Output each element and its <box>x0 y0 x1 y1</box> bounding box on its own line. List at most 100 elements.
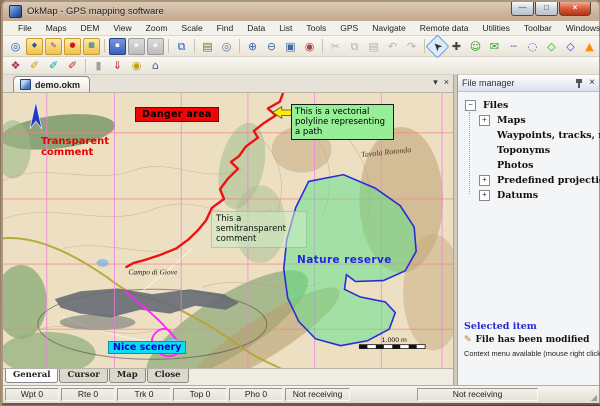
tree-item-photos[interactable]: Photos <box>458 158 599 173</box>
tree-item-maps[interactable]: + Maps <box>458 113 599 128</box>
add-comment-icon[interactable]: ✉ <box>486 38 503 55</box>
status-remote-receive: Not receiving <box>417 388 538 401</box>
panel-close-icon[interactable]: × <box>589 78 595 88</box>
zoom-out-icon[interactable]: ⊖ <box>263 38 280 55</box>
tab-close-icon[interactable]: × <box>444 77 449 88</box>
undo-icon[interactable]: ↶ <box>384 38 401 55</box>
save-as-icon[interactable]: ▪ <box>147 38 164 55</box>
tab-cursor[interactable]: Cursor <box>59 369 107 383</box>
add-area-icon[interactable]: ◇ <box>543 38 560 55</box>
polyline-callout[interactable]: This is a vectorial polyline representin… <box>291 104 394 140</box>
file-manager-panel: File manager × − Files + Maps Waypoints,… <box>457 75 599 385</box>
add-polygon-icon[interactable]: ▲ <box>581 38 598 55</box>
tree-item-toponyms[interactable]: Toponyms <box>458 143 599 158</box>
measure-area-icon[interactable]: ✐ <box>45 57 62 74</box>
menu-maps[interactable]: Maps <box>39 23 74 33</box>
add-waypoint-icon[interactable]: ☺ <box>467 38 484 55</box>
secondary-toolbar: ❖ ✐ ✐ ✐ ▮ ⇓ ◉ ⌂ <box>3 57 599 75</box>
status-gps-receive: Not receiving <box>285 388 350 401</box>
gps-off-icon[interactable]: ▮ <box>90 57 107 74</box>
redo-icon[interactable]: ↷ <box>403 38 420 55</box>
save-map-icon[interactable]: ▪ <box>109 38 126 55</box>
file-manager-header[interactable]: File manager × <box>458 75 599 92</box>
open-image-icon[interactable]: ▦ <box>83 38 100 55</box>
paste-icon[interactable]: ▤ <box>365 38 382 55</box>
status-photos: Pho 0 <box>229 388 283 401</box>
status-routes: Rte 0 <box>61 388 115 401</box>
search-icon[interactable]: ◎ <box>218 38 235 55</box>
add-polyline-icon[interactable]: ◇ <box>562 38 579 55</box>
pin-icon[interactable] <box>575 79 583 88</box>
nice-scenery-label[interactable]: Nice scenery <box>108 341 186 354</box>
open-map-icon[interactable]: ◆ <box>26 38 43 55</box>
menu-windows[interactable]: Windows <box>559 23 600 33</box>
transparent-comment-label[interactable]: Transparent comment <box>41 136 117 158</box>
map-file-icon <box>20 79 31 90</box>
select-cursor-icon[interactable]: ➤ <box>425 34 449 58</box>
menu-gps[interactable]: GPS <box>333 23 365 33</box>
map-canvas[interactable]: 1.000 m Campo di Giove Tavola Rotonda Da… <box>3 93 453 368</box>
toolbar-separator <box>104 39 105 53</box>
document-tab-strip: demo.okm ▾ × <box>3 75 453 93</box>
gps-position-icon[interactable]: ◉ <box>128 57 145 74</box>
collapse-icon[interactable]: − <box>465 100 476 111</box>
menu-zoom[interactable]: Zoom <box>139 23 175 33</box>
cut-icon[interactable]: ✂ <box>327 38 344 55</box>
menu-tools[interactable]: Tools <box>299 23 333 33</box>
menu-navigate[interactable]: Navigate <box>365 23 413 33</box>
tree-item-datums[interactable]: + Datums <box>458 188 599 203</box>
menu-scale[interactable]: Scale <box>174 23 209 33</box>
open-map-edit-icon[interactable]: ✎ <box>45 38 62 55</box>
toolbar-separator <box>322 39 323 53</box>
tree-item-projections[interactable]: + Predefined projections <box>458 173 599 188</box>
expand-icon[interactable]: + <box>479 115 490 126</box>
resize-grip[interactable]: ◢ <box>591 393 597 402</box>
gps-download-icon[interactable]: ⇓ <box>109 57 126 74</box>
menu-utilities[interactable]: Utilities <box>475 23 516 33</box>
menu-data[interactable]: Data <box>240 23 272 33</box>
add-track-icon[interactable]: ┄ <box>505 38 522 55</box>
minimize-button[interactable]: — <box>511 2 534 16</box>
zoom-in-icon[interactable]: ⊕ <box>244 38 261 55</box>
semitransparent-comment[interactable]: This a semitransparent comment <box>211 211 307 248</box>
expand-icon[interactable]: + <box>479 190 490 201</box>
open-map-red-icon[interactable]: ● <box>64 38 81 55</box>
menu-list[interactable]: List <box>272 23 299 33</box>
menu-view[interactable]: View <box>106 23 138 33</box>
measure-clear-icon[interactable]: ✐ <box>64 57 81 74</box>
find-map-icon[interactable]: ◎ <box>7 38 24 55</box>
nature-reserve-label[interactable]: Nature reserve <box>297 254 392 266</box>
title-bar[interactable]: OkMap - GPS mapping software — □ × <box>3 2 599 21</box>
measure-distance-icon[interactable]: ✐ <box>26 57 43 74</box>
bottom-tab-strip: General Cursor Map Close <box>3 368 453 385</box>
tree-item-files[interactable]: − Files <box>458 98 599 113</box>
tab-map[interactable]: Map <box>109 369 146 383</box>
menu-find[interactable]: Find <box>210 23 241 33</box>
danger-area-label[interactable]: Danger area <box>135 107 219 122</box>
add-position-icon[interactable]: ✚ <box>448 38 465 55</box>
properties-icon[interactable]: ▤ <box>199 38 216 55</box>
expand-icon[interactable]: + <box>479 175 490 186</box>
tree-item-waypoints[interactable]: Waypoints, tracks, routes <box>458 128 599 143</box>
menu-dem[interactable]: DEM <box>74 23 107 33</box>
selected-item-heading: Selected item <box>464 321 597 332</box>
tab-close[interactable]: Close <box>147 369 189 383</box>
scale-label: 1.000 m <box>382 337 407 344</box>
tab-menu-icon[interactable]: ▾ <box>433 77 438 88</box>
menu-toolbar[interactable]: Toolbar <box>517 23 559 33</box>
menu-remote-data[interactable]: Remote data <box>413 23 476 33</box>
tab-general[interactable]: General <box>5 369 58 383</box>
tab-demo-okm[interactable]: demo.okm <box>13 76 90 92</box>
copy-icon[interactable]: ⧉ <box>346 38 363 55</box>
route-calc-icon[interactable]: ❖ <box>7 57 24 74</box>
menu-file[interactable]: File <box>11 23 39 33</box>
zoom-window-icon[interactable]: ▣ <box>282 38 299 55</box>
add-route-icon[interactable]: ◌ <box>524 38 541 55</box>
status-empty <box>540 388 595 401</box>
maximize-button[interactable]: □ <box>535 2 558 16</box>
copy-map-icon[interactable]: ⧉ <box>173 38 190 55</box>
save-all-icon[interactable]: ▪ <box>128 38 145 55</box>
close-button[interactable]: × <box>559 2 591 16</box>
remote-data-icon[interactable]: ⌂ <box>147 57 164 74</box>
zoom-actual-icon[interactable]: ◉ <box>301 38 318 55</box>
